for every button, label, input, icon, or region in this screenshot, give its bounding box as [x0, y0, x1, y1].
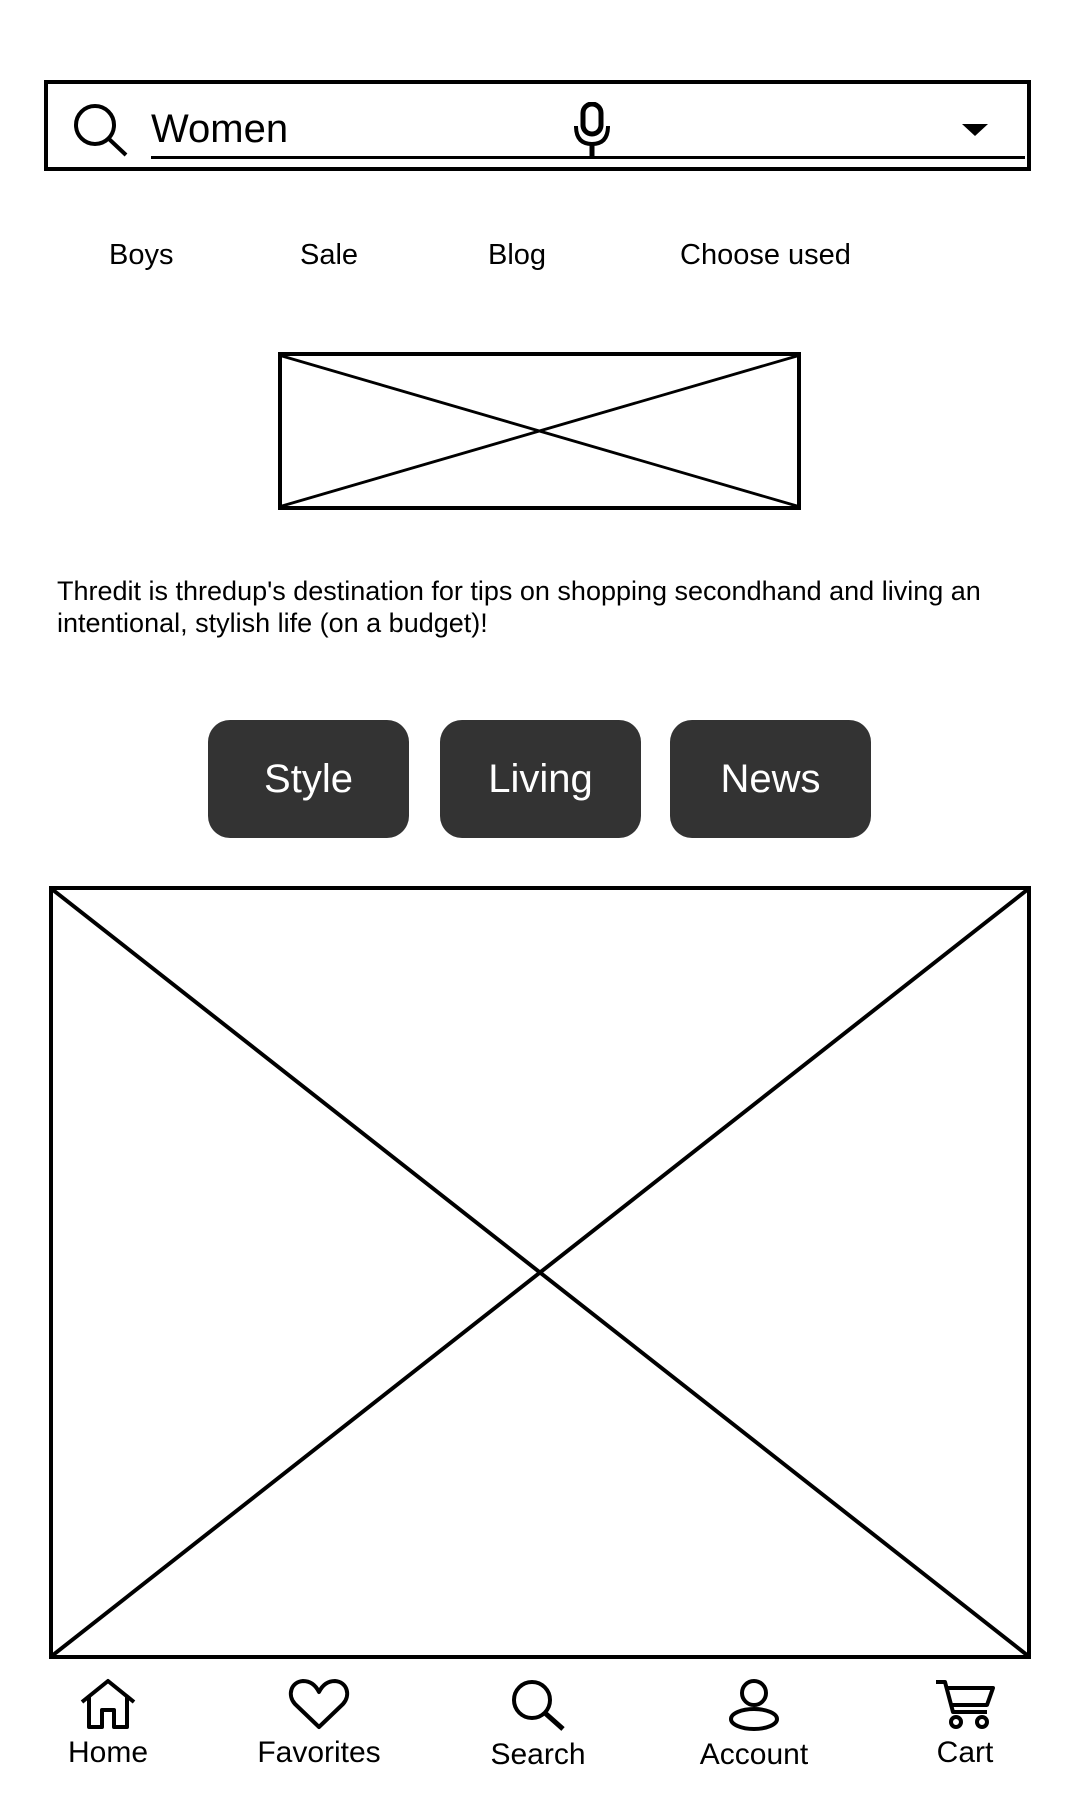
microphone-icon[interactable]: [570, 102, 614, 158]
tab-home-label: Home: [67, 1736, 149, 1769]
account-icon: [729, 1679, 779, 1731]
tab-home[interactable]: Home: [58, 1678, 158, 1770]
search-bar[interactable]: Women: [44, 80, 1031, 171]
tab-account-label: Account: [699, 1738, 809, 1771]
tab-cart-label: Cart: [936, 1736, 994, 1769]
category-link-sale[interactable]: Sale: [300, 238, 358, 272]
topic-button-style[interactable]: Style: [208, 720, 409, 838]
search-underline: [151, 156, 1025, 159]
tab-search-label: Search: [490, 1738, 586, 1771]
tab-account[interactable]: Account: [690, 1678, 818, 1772]
dropdown-caret-icon[interactable]: [960, 122, 990, 138]
cart-icon: [936, 1680, 995, 1729]
search-icon: [512, 1680, 565, 1731]
category-link-choose-used[interactable]: Choose used: [680, 238, 851, 272]
tab-favorites-label: Favorites: [257, 1736, 381, 1769]
search-input[interactable]: Women: [151, 106, 288, 152]
tab-cart[interactable]: Cart: [925, 1678, 1005, 1770]
topic-button-living[interactable]: Living: [440, 720, 641, 838]
blog-description: Thredit is thredup's destination for tip…: [57, 576, 981, 638]
feature-image-placeholder: [49, 886, 1031, 1659]
topic-button-news[interactable]: News: [670, 720, 871, 838]
search-icon[interactable]: [72, 102, 130, 158]
home-icon: [80, 1679, 136, 1729]
heart-icon: [288, 1679, 350, 1729]
category-link-blog[interactable]: Blog: [488, 238, 546, 272]
tab-search[interactable]: Search: [478, 1678, 598, 1772]
category-link-boys[interactable]: Boys: [109, 238, 173, 272]
banner-image-placeholder: [278, 352, 801, 510]
tab-favorites[interactable]: Favorites: [249, 1678, 389, 1770]
